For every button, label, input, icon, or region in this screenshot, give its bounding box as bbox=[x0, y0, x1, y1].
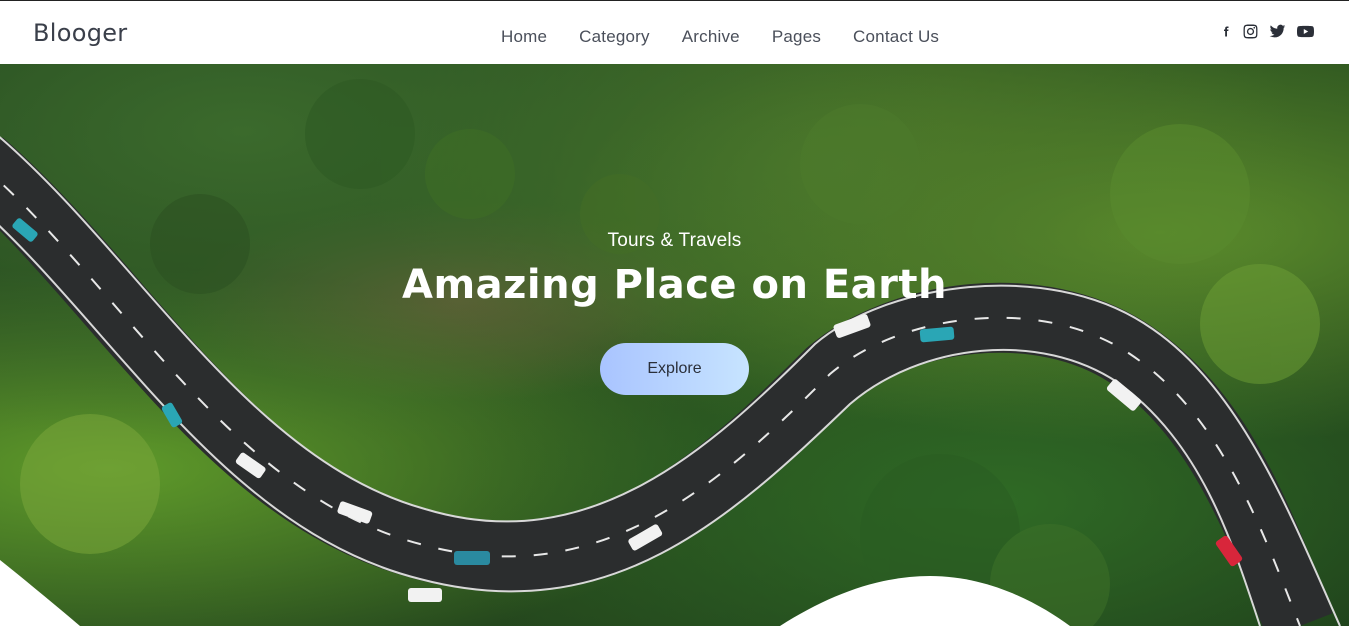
brand-logo[interactable]: Blooger bbox=[33, 19, 127, 47]
nav-link-pages[interactable]: Pages bbox=[772, 27, 821, 46]
nav-item-pages: Pages bbox=[772, 27, 821, 47]
nav-item-home: Home bbox=[501, 27, 547, 47]
nav-item-contact: Contact Us bbox=[853, 27, 939, 47]
navbar: Blooger Home Category Archive Pages Cont… bbox=[0, 1, 1349, 64]
instagram-link[interactable] bbox=[1242, 23, 1259, 40]
hero-subtitle: Tours & Travels bbox=[607, 230, 742, 251]
nav-link-category[interactable]: Category bbox=[579, 27, 650, 46]
nav-link-archive[interactable]: Archive bbox=[682, 27, 740, 46]
main-nav: Home Category Archive Pages Contact Us bbox=[501, 27, 971, 47]
twitter-link[interactable] bbox=[1269, 23, 1286, 40]
hero-content: Tours & Travels Amazing Place on Earth E… bbox=[0, 64, 1349, 626]
nav-link-contact-us[interactable]: Contact Us bbox=[853, 27, 939, 46]
youtube-link[interactable] bbox=[1296, 23, 1315, 40]
facebook-icon bbox=[1224, 26, 1229, 37]
hero-title: Amazing Place on Earth bbox=[402, 262, 947, 308]
nav-item-archive: Archive bbox=[682, 27, 740, 47]
twitter-icon bbox=[1269, 24, 1286, 38]
nav-item-category: Category bbox=[579, 27, 650, 47]
hero-section: Tours & Travels Amazing Place on Earth E… bbox=[0, 64, 1349, 626]
instagram-icon bbox=[1243, 24, 1258, 39]
youtube-icon bbox=[1297, 25, 1314, 38]
facebook-link[interactable] bbox=[1220, 23, 1232, 40]
social-links bbox=[1210, 23, 1315, 40]
nav-link-home[interactable]: Home bbox=[501, 27, 547, 46]
explore-button[interactable]: Explore bbox=[600, 343, 749, 395]
